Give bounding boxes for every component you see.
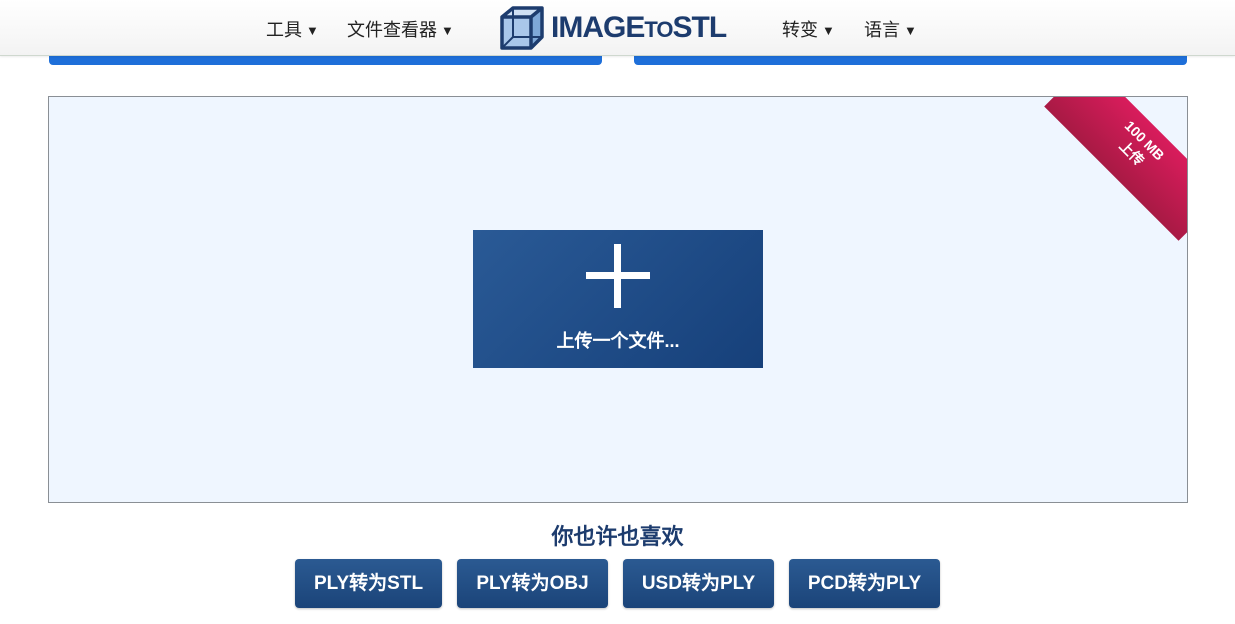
caret-down-icon: ▼	[822, 23, 835, 38]
nav-tools-menu[interactable]: 工具 ▼	[266, 16, 319, 42]
suggestion-usd-to-ply-button[interactable]: USD转为PLY	[623, 559, 774, 608]
caret-down-icon: ▼	[904, 23, 917, 38]
upload-limit-ribbon: 100 MB 上传	[1044, 97, 1187, 241]
upload-file-button[interactable]: 上传一个文件...	[473, 230, 763, 368]
logo-text-to: TO	[644, 17, 673, 42]
nav-language-menu[interactable]: 语言 ▼	[864, 16, 917, 42]
site-logo[interactable]: IMAGETOSTL	[499, 5, 728, 51]
logo-text-main: IMAGE	[551, 11, 645, 44]
suggestion-pcd-to-ply-button[interactable]: PCD转为PLY	[789, 559, 940, 608]
plus-icon	[586, 244, 650, 308]
top-navbar: 工具 ▼ 文件查看器 ▼ IMAGETOSTL 转变 ▼ 语言 ▼	[0, 0, 1235, 56]
top-panel-left-edge	[49, 56, 602, 65]
upload-dropzone[interactable]: 100 MB 上传 上传一个文件...	[48, 96, 1188, 503]
nav-convert-menu[interactable]: 转变 ▼	[782, 16, 835, 42]
caret-down-icon: ▼	[441, 23, 454, 38]
suggestion-ply-to-obj-button[interactable]: PLY转为OBJ	[457, 559, 608, 608]
suggestion-ply-to-stl-button[interactable]: PLY转为STL	[295, 559, 442, 608]
nav-tools-label: 工具	[266, 20, 302, 40]
nav-convert-label: 转变	[782, 20, 818, 40]
cube-logo-icon	[500, 6, 544, 50]
nav-language-label: 语言	[864, 20, 900, 40]
suggestions-row: PLY转为STL PLY转为OBJ USD转为PLY PCD转为PLY	[0, 559, 1235, 608]
top-panel-right-edge	[634, 56, 1187, 65]
nav-viewers-menu[interactable]: 文件查看器 ▼	[347, 16, 454, 42]
logo-text-end: STL	[672, 11, 728, 44]
nav-viewers-label: 文件查看器	[347, 20, 437, 40]
suggestions-title: 你也许也喜欢	[551, 524, 684, 549]
logo-wordmark: IMAGETOSTL	[551, 11, 728, 45]
upload-button-label: 上传一个文件...	[556, 331, 680, 351]
caret-down-icon: ▼	[306, 23, 319, 38]
